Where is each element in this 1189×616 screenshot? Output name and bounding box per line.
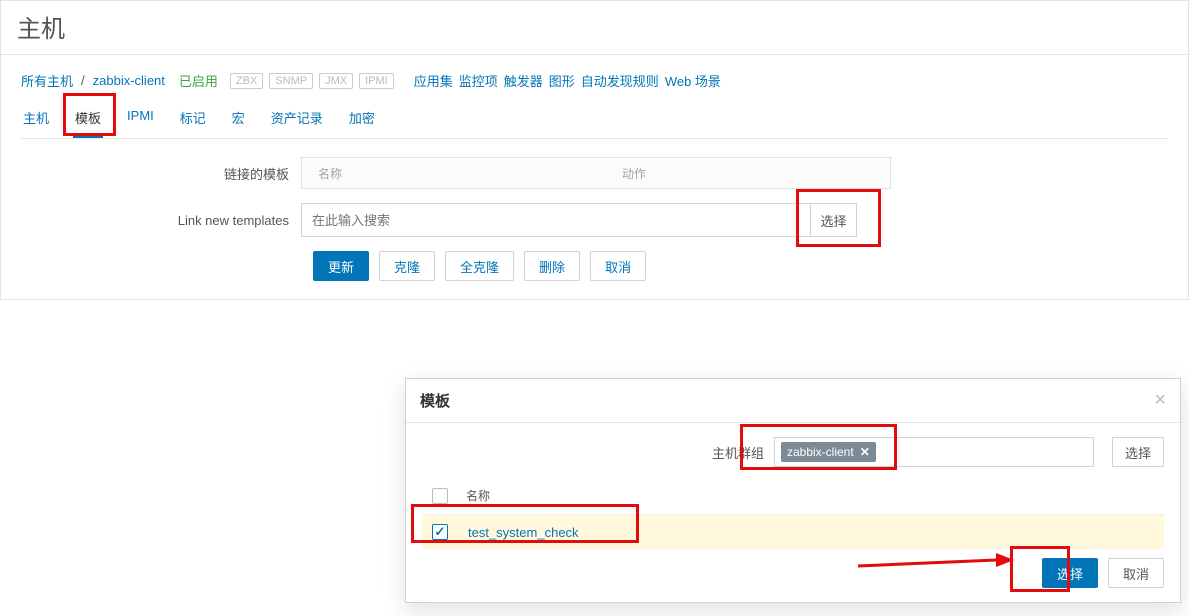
cancel-button[interactable]: 取消 <box>590 251 646 281</box>
nav-triggers[interactable]: 触发器 <box>504 71 543 90</box>
modal-select-group-button[interactable]: 选择 <box>1112 437 1164 467</box>
table-header: 名称 <box>422 481 1164 515</box>
nav-web[interactable]: Web 场景 <box>665 71 721 90</box>
delete-button[interactable]: 删除 <box>524 251 580 281</box>
chip-text: zabbix-client <box>787 445 854 459</box>
pill-zbx: ZBX <box>230 73 263 89</box>
modal-cancel-button[interactable]: 取消 <box>1108 558 1164 588</box>
row-checkbox[interactable]: ✓ <box>432 524 448 540</box>
breadcrumb-host[interactable]: zabbix-client <box>93 73 165 88</box>
template-modal: 模板 × 主机群组 zabbix-client ✕ 选择 名称 ✓ test_s… <box>405 378 1181 603</box>
pill-snmp: SNMP <box>269 73 313 89</box>
pill-ipmi: IPMI <box>359 73 394 89</box>
linked-col-action: 动作 <box>622 165 646 182</box>
update-button[interactable]: 更新 <box>313 251 369 281</box>
tab-host[interactable]: 主机 <box>21 102 51 138</box>
actions-row: 更新 克隆 全克隆 删除 取消 <box>313 251 1168 281</box>
page-title: 主机 <box>1 1 1188 55</box>
close-icon[interactable]: × <box>1154 389 1166 412</box>
group-label: 主机群组 <box>712 443 764 462</box>
nav-discovery[interactable]: 自动发现规则 <box>581 71 659 90</box>
status-enabled: 已启用 <box>179 71 218 90</box>
linked-col-name: 名称 <box>318 165 342 182</box>
nav-graphs[interactable]: 图形 <box>549 71 575 90</box>
nav-apps[interactable]: 应用集 <box>414 71 453 90</box>
chip-remove-icon[interactable]: ✕ <box>860 445 870 459</box>
clone-button[interactable]: 克隆 <box>379 251 435 281</box>
col-name-header: 名称 <box>466 487 490 504</box>
nav-items[interactable]: 监控项 <box>459 71 498 90</box>
tab-macros[interactable]: 宏 <box>230 102 247 138</box>
tab-encryption[interactable]: 加密 <box>347 102 377 138</box>
table-row[interactable]: ✓ test_system_check <box>422 515 1164 549</box>
group-chip[interactable]: zabbix-client ✕ <box>781 442 876 462</box>
breadcrumb: 所有主机 / zabbix-client 已启用 ZBX SNMP JMX IP… <box>21 65 1168 100</box>
tab-ipmi[interactable]: IPMI <box>125 102 156 138</box>
sub-tabs: 主机 模板 IPMI 标记 宏 资产记录 加密 <box>21 100 1168 139</box>
row-link[interactable]: test_system_check <box>468 525 579 540</box>
select-all-checkbox[interactable] <box>432 488 448 504</box>
label-linked-templates: 链接的模板 <box>21 164 301 183</box>
tab-tags[interactable]: 标记 <box>178 102 208 138</box>
modal-ok-button[interactable]: 选择 <box>1042 558 1098 588</box>
tab-template[interactable]: 模板 <box>73 102 103 138</box>
separator: / <box>81 73 85 88</box>
full-clone-button[interactable]: 全克隆 <box>445 251 514 281</box>
modal-title: 模板 <box>420 390 450 411</box>
pill-jmx: JMX <box>319 73 353 89</box>
linked-templates-box: 名称 动作 <box>301 157 891 189</box>
search-input[interactable] <box>301 203 811 237</box>
tab-inventory[interactable]: 资产记录 <box>269 102 325 138</box>
group-chip-input[interactable]: zabbix-client ✕ <box>774 437 1094 467</box>
select-button[interactable]: 选择 <box>811 203 857 237</box>
label-link-new: Link new templates <box>21 213 301 228</box>
breadcrumb-all-hosts[interactable]: 所有主机 <box>21 71 73 90</box>
